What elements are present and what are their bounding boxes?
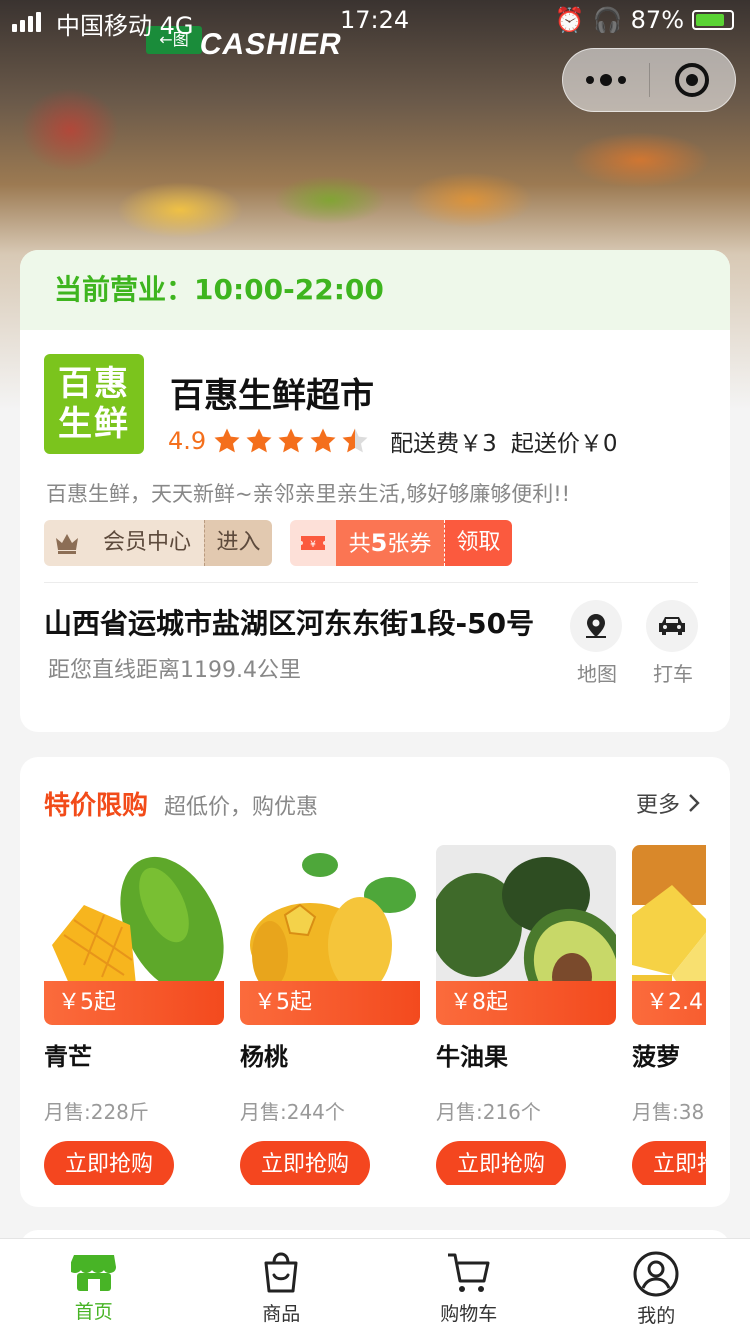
svg-text:¥: ¥ (310, 540, 316, 550)
coupon-count-label: 共5张券 (336, 520, 444, 566)
signal-icon (12, 12, 41, 32)
tab-products[interactable]: 商品 (188, 1239, 376, 1334)
product-sales: 月售:38 (632, 1100, 705, 1124)
map-button[interactable]: 地图 (570, 600, 624, 687)
close-target-icon[interactable] (650, 48, 736, 112)
price-tag: ￥8起 (436, 981, 616, 1025)
store-address: 山西省运城市盐湖区河东东街1段-50号 (44, 607, 535, 640)
alarm-icon: ⏰ (554, 6, 585, 34)
divider (44, 582, 698, 583)
price-tag: ￥5起 (240, 981, 420, 1025)
tab-label: 购物车 (440, 1303, 498, 1325)
product-card[interactable]: ￥5起 杨桃 月售:244个 立即抢购 (240, 845, 420, 1185)
price-tag: ￥5起 (44, 981, 224, 1025)
taxi-label: 打车 (653, 662, 693, 686)
status-right: ⏰ 🎧 87% (555, 6, 734, 34)
buy-now-button[interactable]: 立即抢购 (436, 1141, 566, 1185)
member-center-button[interactable]: 会员中心 进入 (44, 520, 272, 566)
map-label: 地图 (577, 662, 617, 686)
product-sales: 月售:244个 (240, 1100, 345, 1124)
store-icon (70, 1255, 116, 1291)
cart-icon (447, 1253, 490, 1292)
star-icon (214, 428, 240, 453)
coupon-claim-button[interactable]: 领取 (444, 520, 512, 566)
clock: 17:24 (340, 6, 410, 34)
product-name: 青芒 (44, 1043, 92, 1071)
carrier-label: 中国移动 4G (56, 12, 194, 40)
store-info-card: 当前营业：10:00-22:00 百惠 生鲜 百惠生鲜超市 4.9 配送费￥3 … (20, 250, 730, 732)
more-link[interactable]: 更多 (636, 787, 700, 819)
price-tag: ￥2.4 (632, 981, 706, 1025)
rating-row: 4.9 配送费￥3 起送价￥0 (168, 424, 617, 458)
tab-label: 我的 (637, 1305, 676, 1327)
map-pin-icon (570, 600, 622, 652)
bottom-tab-bar: 首页 商品 购物车 我的 (0, 1238, 750, 1334)
taxi-button[interactable]: 打车 (646, 600, 700, 687)
product-image-starfruit: ￥5起 (240, 845, 420, 1025)
section-subtitle: 超低价，购优惠 (164, 795, 319, 820)
crown-icon (44, 520, 90, 566)
star-icon (310, 428, 336, 453)
tab-home[interactable]: 首页 (0, 1239, 188, 1334)
product-name: 牛油果 (436, 1043, 508, 1071)
product-name: 菠萝 (632, 1043, 680, 1071)
product-image-mango: ￥5起 (44, 845, 224, 1025)
product-name: 杨桃 (240, 1043, 288, 1071)
business-hours: 当前营业：10:00-22:00 (20, 250, 730, 330)
delivery-fee: 配送费￥3 (390, 431, 497, 457)
tab-cart[interactable]: 购物车 (375, 1239, 563, 1334)
bag-icon (264, 1252, 298, 1293)
section-title: 特价限购 (44, 791, 149, 821)
star-icon (278, 428, 304, 453)
store-description: 百惠生鲜，天天新鲜~亲邻亲里亲生活,够好够廉够便利!! (46, 482, 571, 506)
status-bar: 中国移动 4G 17:24 ⏰ 🎧 87% (0, 0, 750, 40)
product-image-avocado: ￥8起 (436, 845, 616, 1025)
buy-now-button[interactable]: 立即抢购 (632, 1141, 706, 1185)
battery-icon (692, 10, 734, 30)
product-carousel[interactable]: ￥5起 青芒 月售:228斤 立即抢购 ￥5起 杨桃 月售:244个 立即抢购 … (44, 845, 706, 1185)
tab-label: 商品 (262, 1303, 301, 1325)
store-distance: 距您直线距离1199.4公里 (48, 658, 301, 683)
buy-now-button[interactable]: 立即抢购 (44, 1141, 174, 1185)
store-logo: 百惠 生鲜 (44, 354, 144, 454)
chevron-right-icon (689, 794, 700, 812)
tab-label: 首页 (74, 1301, 113, 1323)
star-icon (246, 428, 272, 453)
member-enter-button[interactable]: 进入 (204, 520, 272, 566)
buy-now-button[interactable]: 立即抢购 (240, 1141, 370, 1185)
half-star-icon (342, 428, 368, 453)
battery-label: 87% (630, 6, 684, 34)
tab-profile[interactable]: 我的 (563, 1239, 750, 1334)
rating-value: 4.9 (168, 427, 207, 455)
store-name: 百惠生鲜超市 (170, 376, 374, 416)
product-sales: 月售:216个 (436, 1100, 541, 1124)
member-center-label: 会员中心 (90, 520, 204, 566)
product-card[interactable]: ￥2.4 菠萝 月售:38 立即抢购 (632, 845, 706, 1185)
car-icon (646, 600, 698, 652)
headphones-icon: 🎧 (592, 6, 623, 34)
flash-sale-section: 特价限购 超低价，购优惠 更多 ￥5起 青芒 月售:228斤 立即抢购 ￥5起 … (20, 757, 730, 1207)
user-icon (633, 1251, 679, 1297)
more-menu-icon[interactable] (563, 48, 649, 112)
product-image-pineapple: ￥2.4 (632, 845, 706, 1025)
ticket-icon: ¥ (290, 520, 336, 566)
miniprogram-capsule (562, 48, 736, 112)
product-sales: 月售:228斤 (44, 1100, 149, 1124)
min-order: 起送价￥0 (510, 431, 618, 457)
rating-stars (212, 426, 370, 456)
product-card[interactable]: ￥5起 青芒 月售:228斤 立即抢购 (44, 845, 224, 1185)
product-card[interactable]: ￥8起 牛油果 月售:216个 立即抢购 (436, 845, 616, 1185)
coupon-button[interactable]: ¥ 共5张券 领取 (290, 520, 512, 566)
